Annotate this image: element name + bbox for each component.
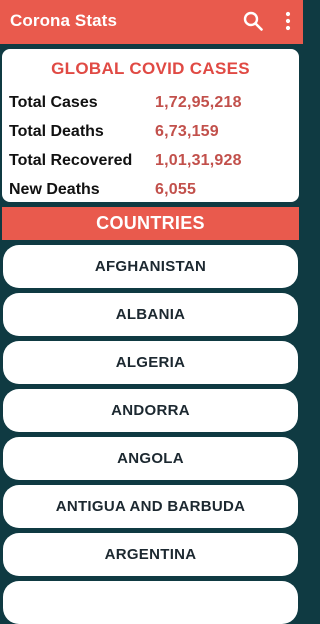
app-title: Corona Stats: [10, 11, 117, 30]
stat-row-total-recovered: Total Recovered 1,01,31,928: [9, 152, 294, 178]
country-item-andorra[interactable]: ANDORRA: [3, 389, 298, 432]
more-vert-icon[interactable]: [281, 10, 295, 32]
stat-row-total-cases: Total Cases 1,72,95,218: [9, 94, 294, 120]
app-bar: Corona Stats: [0, 0, 303, 44]
search-icon[interactable]: [242, 10, 264, 32]
country-item-argentina[interactable]: ARGENTINA: [3, 533, 298, 576]
global-heading: GLOBAL COVID CASES: [51, 59, 250, 78]
global-stats-card: GLOBAL COVID CASES Total Cases 1,72,95,2…: [2, 49, 299, 202]
country-item-albania[interactable]: ALBANIA: [3, 293, 298, 336]
countries-heading: COUNTRIES: [2, 207, 299, 240]
stat-value: 6,055: [155, 181, 197, 198]
country-item-angola[interactable]: ANGOLA: [3, 437, 298, 480]
stat-value: 6,73,159: [155, 123, 219, 140]
country-item-antigua-and-barbuda[interactable]: ANTIGUA AND BARBUDA: [3, 485, 298, 528]
country-item-afghanistan[interactable]: AFGHANISTAN: [3, 245, 298, 288]
stat-label: Total Deaths: [9, 123, 104, 140]
stat-label: Total Cases: [9, 94, 98, 111]
stat-value: 1,01,31,928: [155, 152, 242, 169]
country-item-partial[interactable]: [3, 581, 298, 624]
stat-row-total-deaths: Total Deaths 6,73,159: [9, 123, 294, 149]
stat-label: Total Recovered: [9, 152, 133, 169]
country-item-algeria[interactable]: ALGERIA: [3, 341, 298, 384]
stat-value: 1,72,95,218: [155, 94, 242, 111]
stat-label: New Deaths: [9, 181, 100, 198]
stat-row-new-deaths: New Deaths 6,055: [9, 181, 294, 207]
